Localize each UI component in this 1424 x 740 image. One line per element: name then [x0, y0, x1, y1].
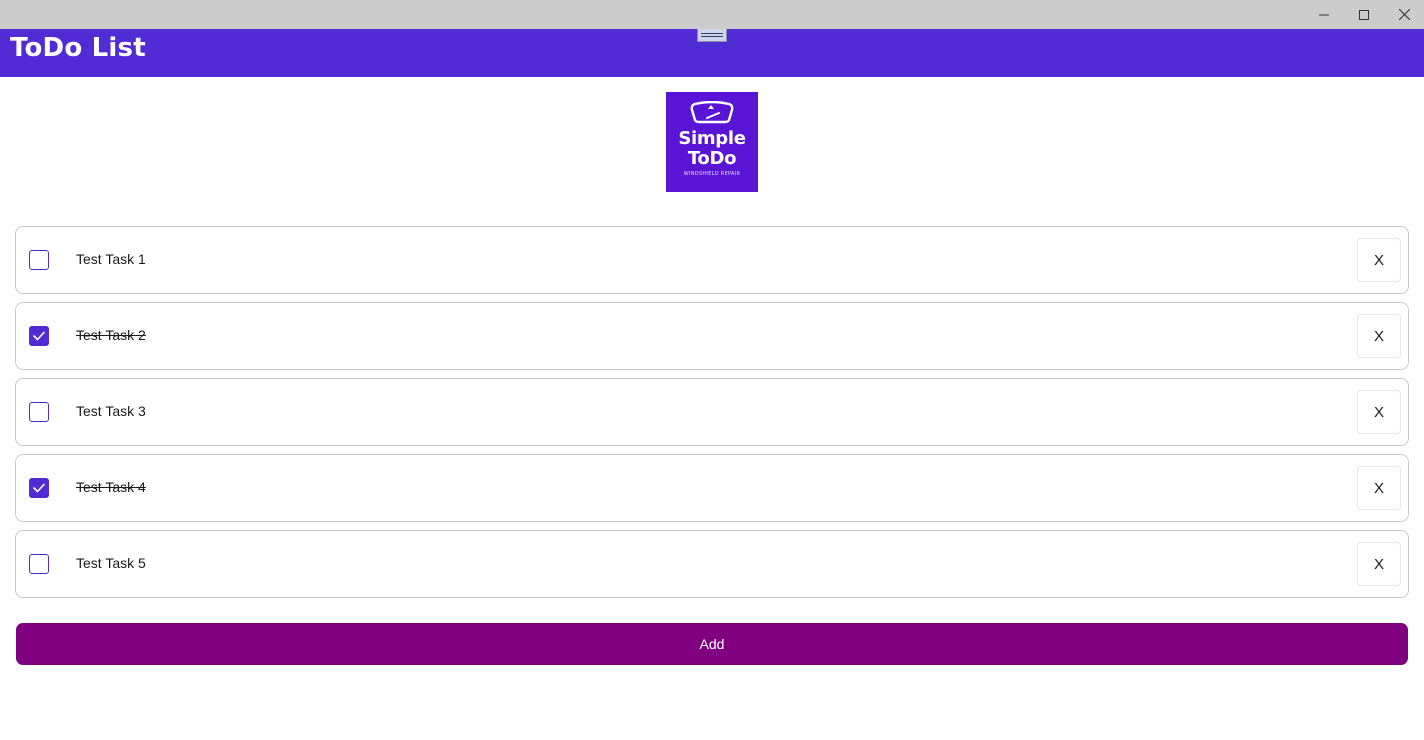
- task-row: Test Task 2 X: [15, 302, 1409, 370]
- windshield-icon: [690, 101, 734, 124]
- delete-task-button[interactable]: X: [1357, 466, 1401, 510]
- task-row: Test Task 4 X: [15, 454, 1409, 522]
- task-label: Test Task 2: [76, 327, 146, 343]
- task-label: Test Task 5: [76, 555, 146, 571]
- task-label: Test Task 1: [76, 251, 146, 267]
- task-checkbox[interactable]: [29, 326, 49, 346]
- task-label: Test Task 4: [76, 479, 146, 495]
- logo-text-line2: ToDo: [687, 148, 737, 169]
- page-title: ToDo List: [10, 33, 146, 63]
- task-row: Test Task 5 X: [15, 530, 1409, 598]
- delete-task-button[interactable]: X: [1357, 238, 1401, 282]
- task-row: Test Task 3 X: [15, 378, 1409, 446]
- task-row: Test Task 1 X: [15, 226, 1409, 294]
- add-task-button[interactable]: Add: [16, 623, 1408, 665]
- delete-task-button[interactable]: X: [1357, 314, 1401, 358]
- drag-handle-icon[interactable]: [697, 29, 727, 42]
- task-label: Test Task 3: [76, 403, 146, 419]
- close-icon[interactable]: [1384, 0, 1424, 29]
- app-header: ToDo List: [0, 29, 1424, 77]
- logo-text-line1: Simple: [678, 128, 746, 149]
- logo-subtitle: WINDSHIELD REPAIR: [683, 171, 741, 177]
- task-checkbox[interactable]: [29, 250, 49, 270]
- delete-task-button[interactable]: X: [1357, 542, 1401, 586]
- task-checkbox[interactable]: [29, 402, 49, 422]
- checkmark-icon: [33, 331, 45, 341]
- delete-task-button[interactable]: X: [1357, 390, 1401, 434]
- task-checkbox[interactable]: [29, 554, 49, 574]
- minimize-icon[interactable]: [1304, 0, 1344, 29]
- app-logo: Simple ToDo WINDSHIELD REPAIR: [666, 92, 758, 192]
- maximize-icon[interactable]: [1344, 0, 1384, 29]
- checkmark-icon: [33, 483, 45, 493]
- window-titlebar: [0, 0, 1424, 29]
- task-checkbox[interactable]: [29, 478, 49, 498]
